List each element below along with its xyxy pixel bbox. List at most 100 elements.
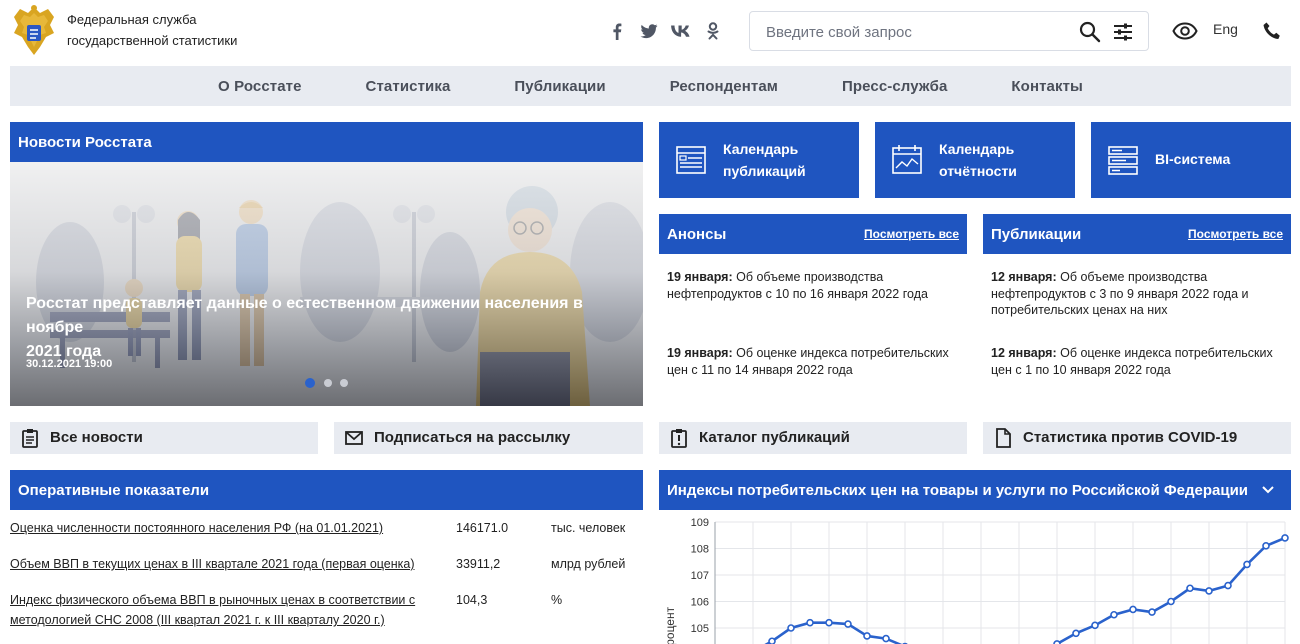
indicators-title: Оперативные показатели xyxy=(18,481,210,499)
nav-item-statistics[interactable]: Статистика xyxy=(366,78,451,95)
cpi-data-point[interactable] xyxy=(1110,610,1118,619)
covid-statistics-button[interactable]: Статистика против COVID-19 xyxy=(983,422,1291,454)
search-box xyxy=(749,11,1149,51)
chevron-down-icon[interactable] xyxy=(1259,480,1277,498)
facebook-icon[interactable] xyxy=(608,20,626,42)
document-icon xyxy=(993,428,1013,448)
cpi-data-point[interactable] xyxy=(1224,581,1232,590)
indicator-value: 104,3 xyxy=(456,593,488,607)
tile-label: BI-система xyxy=(1155,151,1231,167)
all-news-button[interactable]: Все новости xyxy=(10,422,318,454)
news-section-title[interactable]: Новости Росстата xyxy=(18,134,152,151)
subscribe-button[interactable]: Подписаться на рассылку xyxy=(334,422,643,454)
database-bars-icon xyxy=(1107,144,1139,176)
cpi-data-point[interactable] xyxy=(1072,629,1080,638)
odnoklassniki-icon[interactable] xyxy=(704,20,722,42)
cpi-data-point[interactable] xyxy=(863,632,871,640)
slider-dot-3[interactable] xyxy=(340,379,348,387)
cpi-data-point[interactable] xyxy=(882,634,890,643)
slider-dot-2[interactable] xyxy=(324,379,332,387)
announcement-item[interactable]: 19 января: Об объеме производства нефтеп… xyxy=(667,269,967,302)
publications-view-all-link[interactable]: Посмотреть все xyxy=(1188,227,1283,241)
y-tick-label: 109 xyxy=(691,517,709,529)
nav-item-respondents[interactable]: Респондентам xyxy=(670,78,778,95)
filter-settings-icon[interactable] xyxy=(1112,21,1134,43)
nav-item-press[interactable]: Пресс-служба xyxy=(842,78,947,95)
indicator-value: 33911,2 xyxy=(456,557,501,571)
search-icon[interactable] xyxy=(1078,20,1102,44)
indicators-header: Оперативные показатели xyxy=(10,470,643,510)
phone-icon[interactable] xyxy=(1262,21,1282,41)
publication-item[interactable]: 12 января: Об оценке индекса потребитель… xyxy=(991,345,1291,378)
y-axis-label: Процент xyxy=(663,606,677,644)
cpi-data-point[interactable] xyxy=(1281,534,1289,542)
covid-label: Статистика против COVID-19 xyxy=(1023,429,1238,446)
y-tick-label: 105 xyxy=(691,623,709,635)
cpi-data-point[interactable] xyxy=(1167,597,1175,606)
cpi-data-point[interactable] xyxy=(787,624,795,632)
news-headline[interactable]: Росстат представляет данные о естественн… xyxy=(26,292,626,364)
organization-name[interactable]: Федеральная служба государственной стати… xyxy=(67,9,237,51)
cpi-data-point[interactable] xyxy=(1148,608,1156,616)
site-header: Федеральная служба государственной стати… xyxy=(0,0,1300,62)
publication-item[interactable]: 12 января: Об объеме производства нефтеп… xyxy=(991,269,1291,319)
indicator-unit: млрд рублей xyxy=(551,557,626,571)
indicator-link[interactable]: Объем ВВП в текущих ценах в III квартале… xyxy=(10,554,435,574)
clipboard-list-icon xyxy=(20,428,40,448)
publications-header: Публикации Посмотреть все xyxy=(983,214,1291,254)
y-tick-label: 108 xyxy=(691,544,709,556)
news-headline-line1: Росстат представляет данные о естественн… xyxy=(26,295,583,336)
accessibility-eye-icon[interactable] xyxy=(1172,20,1198,42)
indicator-value: 146171.0 xyxy=(456,521,509,535)
vk-icon[interactable] xyxy=(670,20,692,42)
catalog-label: Каталог публикаций xyxy=(699,429,850,446)
tile-label: Календарь публикаций xyxy=(723,141,806,179)
cpi-chart-svg: 105 106 107 108 109 Процент xyxy=(663,517,1289,644)
subscribe-label: Подписаться на рассылку xyxy=(374,429,571,446)
search-input[interactable] xyxy=(766,21,1066,43)
tile-bi-system[interactable]: BI-система xyxy=(1091,122,1291,198)
nav-item-contacts[interactable]: Контакты xyxy=(1011,78,1083,95)
indicator-unit: % xyxy=(551,593,563,607)
calendar-list-icon xyxy=(675,144,707,176)
announcements-title[interactable]: Анонсы xyxy=(667,226,726,243)
cpi-data-point[interactable] xyxy=(825,618,833,627)
language-switch[interactable]: Eng xyxy=(1213,21,1238,37)
cpi-data-point[interactable] xyxy=(1129,605,1137,614)
tile-publication-calendar[interactable]: Календарь публикаций xyxy=(659,122,859,198)
cpi-data-point[interactable] xyxy=(768,637,776,644)
cpi-chart-header: Индексы потребительских цен на товары и … xyxy=(659,470,1291,510)
cpi-data-point[interactable] xyxy=(1205,587,1213,595)
cpi-data-point[interactable] xyxy=(1091,621,1099,630)
announcement-item[interactable]: 19 января: Об оценке индекса потребитель… xyxy=(667,345,967,378)
slider-dot-1[interactable] xyxy=(305,378,315,388)
cpi-data-point[interactable] xyxy=(1186,584,1194,593)
cpi-data-point[interactable] xyxy=(1243,560,1251,569)
announcements-view-all-link[interactable]: Посмотреть все xyxy=(864,227,959,241)
calendar-chart-icon xyxy=(891,144,923,176)
twitter-icon[interactable] xyxy=(638,20,660,42)
news-date: 30.12.2021 19:00 xyxy=(26,358,113,370)
tile-label: Календарь отчётности xyxy=(939,141,1017,179)
envelope-icon xyxy=(344,428,364,448)
news-section-header: Новости Росстата xyxy=(10,122,643,162)
indicator-link[interactable]: Индекс физического объема ВВП в рыночных… xyxy=(10,590,435,630)
announcements-header: Анонсы Посмотреть все xyxy=(659,214,967,254)
indicator-link[interactable]: Оценка численности постоянного населения… xyxy=(10,518,435,538)
clipboard-alert-icon xyxy=(669,428,689,448)
publications-title[interactable]: Публикации xyxy=(991,226,1081,243)
cpi-data-point[interactable] xyxy=(806,618,814,627)
news-headline-line2: 2021 года xyxy=(26,343,102,360)
news-slider[interactable]: Росстат представляет данные о естественн… xyxy=(10,162,643,406)
all-news-label: Все новости xyxy=(50,429,143,446)
rosstat-emblem-logo[interactable] xyxy=(10,3,58,59)
org-name-line1: Федеральная служба xyxy=(67,12,197,27)
indicator-row: Индекс физического объема ВВП в рыночных… xyxy=(10,590,643,632)
nav-item-publications[interactable]: Публикации xyxy=(514,78,605,95)
catalog-button[interactable]: Каталог публикаций xyxy=(659,422,967,454)
tile-reporting-calendar[interactable]: Календарь отчётности xyxy=(875,122,1075,198)
cpi-data-point[interactable] xyxy=(844,620,852,628)
y-tick-label: 106 xyxy=(691,597,709,609)
cpi-data-point[interactable] xyxy=(1262,542,1270,550)
nav-item-about[interactable]: О Росстате xyxy=(218,78,302,95)
